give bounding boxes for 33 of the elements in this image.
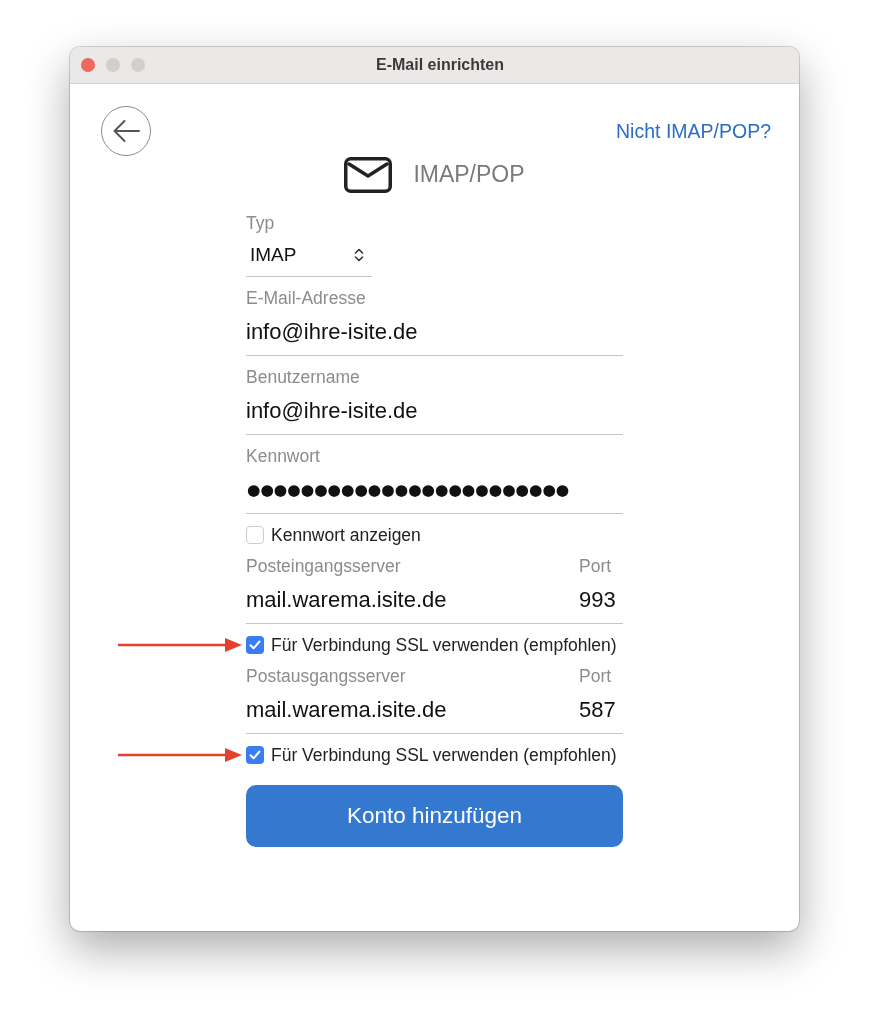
- checkbox-label[interactable]: Kennwort anzeigen: [271, 524, 421, 546]
- password-field[interactable]: ●●●●●●●●●●●●●●●●●●●●●●●●: [246, 466, 623, 514]
- checkbox-label[interactable]: Für Verbindung SSL verwenden (empfohlen): [271, 744, 617, 766]
- add-account-button[interactable]: Konto hinzufügen: [246, 785, 623, 847]
- checkmark-icon: [249, 640, 261, 650]
- field-label: Typ: [246, 213, 276, 233]
- checkbox[interactable]: [246, 746, 264, 764]
- close-button[interactable]: [81, 57, 95, 72]
- port-field[interactable]: 587: [579, 686, 623, 734]
- field-label: Kennwort: [246, 446, 321, 466]
- field-label: Benutzername: [246, 367, 361, 387]
- port-field[interactable]: 993: [579, 576, 623, 624]
- checkmark-icon: [249, 750, 261, 760]
- back-button[interactable]: [101, 106, 151, 156]
- checkbox[interactable]: [246, 526, 264, 544]
- server-field[interactable]: mail.warema.isite.de: [246, 576, 579, 624]
- not-imap-link[interactable]: Nicht IMAP/POP?: [616, 119, 771, 143]
- input-field[interactable]: info@ihre-isite.de: [246, 387, 623, 435]
- arrow-left-icon: [112, 119, 140, 143]
- checkbox[interactable]: [246, 636, 264, 654]
- port-label: Port: [579, 666, 613, 686]
- chevron-up-down-icon: [354, 247, 364, 262]
- type-select[interactable]: IMAP: [246, 233, 372, 277]
- port-label: Port: [579, 556, 613, 576]
- field-label: Postausgangsserver: [246, 666, 407, 686]
- field-label: Posteingangsserver: [246, 556, 402, 576]
- field-label: E-Mail-Adresse: [246, 288, 367, 308]
- account-type-heading: IMAP/POP: [413, 161, 525, 188]
- checkbox-label[interactable]: Für Verbindung SSL verwenden (empfohlen): [271, 634, 617, 656]
- envelope-icon: [344, 156, 393, 193]
- window-title: E-Mail einrichten: [376, 56, 504, 74]
- server-field[interactable]: mail.warema.isite.de: [246, 686, 579, 734]
- input-field[interactable]: info@ihre-isite.de: [246, 308, 623, 356]
